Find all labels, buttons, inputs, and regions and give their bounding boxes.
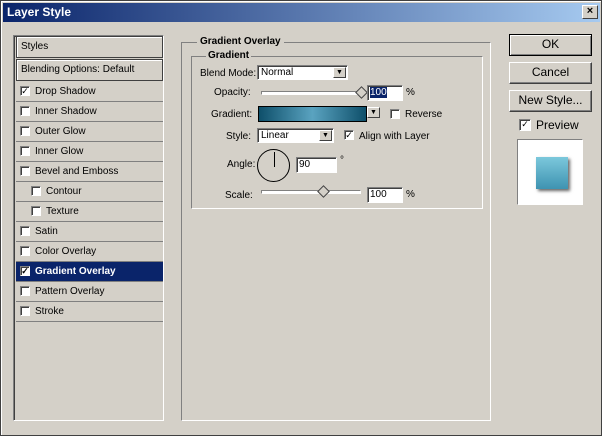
preview-checkbox[interactable]: ✓	[519, 119, 531, 131]
angle-needle	[274, 152, 275, 167]
sidebar-item-label: Bevel and Emboss	[35, 166, 119, 177]
sidebar-item-label: Inner Shadow	[35, 106, 97, 117]
sidebar-item-inner-glow[interactable]: Inner Glow	[16, 142, 163, 162]
sidebar-item-label: Gradient Overlay	[35, 266, 116, 277]
blend-mode-value: Normal	[261, 67, 294, 78]
ok-button[interactable]: OK	[509, 34, 592, 56]
angle-input[interactable]: 90	[296, 157, 337, 173]
blend-mode-select[interactable]: Normal ▼	[257, 65, 348, 80]
preview-swatch	[536, 157, 568, 189]
sidebar-item-contour[interactable]: Contour	[16, 182, 163, 202]
sidebar-checkbox[interactable]	[20, 166, 30, 176]
styles-sidebar: Styles Blending Options: Default ✓ Drop Sha…	[13, 35, 164, 421]
opacity-input[interactable]: 100	[367, 85, 403, 101]
subgroup-title: Gradient	[206, 50, 252, 61]
sidebar-item-label: Stroke	[35, 306, 64, 317]
preview-area	[517, 139, 583, 205]
sidebar-checkbox[interactable]	[20, 246, 30, 256]
sidebar-item-label: Texture	[46, 206, 79, 217]
style-value: Linear	[261, 130, 289, 141]
layer-style-dialog: Layer Style × Styles Blending Options: De…	[0, 0, 602, 436]
sidebar-item-label: Color Overlay	[35, 246, 97, 257]
group-title: Gradient Overlay	[197, 36, 284, 47]
scale-input[interactable]: 100	[367, 187, 403, 203]
sidebar-item-inner-shadow[interactable]: Inner Shadow	[16, 102, 163, 122]
sidebar-item-drop-shadow[interactable]: ✓ Drop Shadow	[16, 82, 163, 102]
sidebar-checkbox[interactable]	[31, 186, 41, 196]
reverse-checkbox[interactable]	[390, 109, 400, 119]
angle-dial[interactable]	[257, 149, 290, 182]
sidebar-checkbox[interactable]	[20, 146, 30, 156]
sidebar-item-label: Outer Glow	[35, 126, 86, 137]
angle-label: Angle:	[227, 159, 256, 170]
sidebar-item-texture[interactable]: Texture	[16, 202, 163, 222]
style-select[interactable]: Linear ▼	[257, 128, 334, 143]
window-title: Layer Style	[7, 5, 72, 19]
cancel-button[interactable]: Cancel	[509, 62, 592, 84]
preview-label: Preview	[536, 118, 579, 132]
sidebar-checkbox[interactable]	[20, 306, 30, 316]
align-with-layer-checkbox[interactable]: ✓	[344, 130, 354, 140]
sidebar-checkbox[interactable]	[20, 126, 30, 136]
sidebar-item-styles[interactable]: Styles	[16, 36, 163, 58]
new-style-button[interactable]: New Style...	[509, 90, 592, 112]
sidebar-checkbox[interactable]: ✓	[20, 266, 30, 276]
gradient-label: Gradient:	[211, 109, 253, 120]
sidebar-item-label: Contour	[46, 186, 82, 197]
blend-mode-label: Blend Mode:	[200, 68, 257, 79]
sidebar-item-label: Satin	[35, 226, 58, 237]
sidebar-item-label: Blending Options: Default	[21, 64, 135, 75]
sidebar-item-label: Inner Glow	[35, 146, 84, 157]
angle-unit: °	[340, 155, 344, 166]
chevron-down-icon: ▼	[333, 67, 346, 78]
sidebar-item-satin[interactable]: Satin	[16, 222, 163, 242]
sidebar-item-blending-options-default[interactable]: Blending Options: Default	[16, 59, 163, 81]
sidebar-item-label: Styles	[21, 41, 49, 52]
sidebar-item-gradient-overlay[interactable]: ✓ Gradient Overlay	[16, 262, 163, 282]
close-icon: ×	[586, 5, 594, 17]
scale-unit: %	[406, 189, 415, 200]
align-label: Align with Layer	[359, 131, 430, 142]
sidebar-item-stroke[interactable]: Stroke	[16, 302, 163, 322]
sidebar-item-label: Pattern Overlay	[35, 286, 105, 297]
title-bar: Layer Style ×	[3, 3, 600, 22]
sidebar-checkbox[interactable]	[31, 206, 41, 216]
reverse-label: Reverse	[405, 109, 443, 120]
scale-label: Scale:	[225, 190, 253, 201]
opacity-slider[interactable]	[261, 86, 368, 99]
sidebar-item-color-overlay[interactable]: Color Overlay	[16, 242, 163, 262]
opacity-label: Opacity:	[214, 87, 251, 98]
sidebar-checkbox[interactable]	[20, 226, 30, 236]
chevron-down-icon: ▼	[319, 130, 332, 141]
sidebar-item-label: Drop Shadow	[35, 86, 96, 97]
gradient-swatch[interactable]	[258, 106, 367, 122]
sidebar-checkbox[interactable]	[20, 106, 30, 116]
sidebar-item-outer-glow[interactable]: Outer Glow	[16, 122, 163, 142]
sidebar-checkbox[interactable]	[20, 286, 30, 296]
gradient-picker-chevron-down-icon[interactable]: ▼	[367, 107, 380, 118]
sidebar-item-bevel-and-emboss[interactable]: Bevel and Emboss	[16, 162, 163, 182]
style-label: Style:	[226, 131, 252, 142]
sidebar-item-pattern-overlay[interactable]: Pattern Overlay	[16, 282, 163, 302]
opacity-unit: %	[406, 87, 415, 98]
scale-slider[interactable]	[261, 185, 361, 198]
sidebar-checkbox[interactable]: ✓	[20, 86, 30, 96]
close-button[interactable]: ×	[582, 5, 598, 19]
